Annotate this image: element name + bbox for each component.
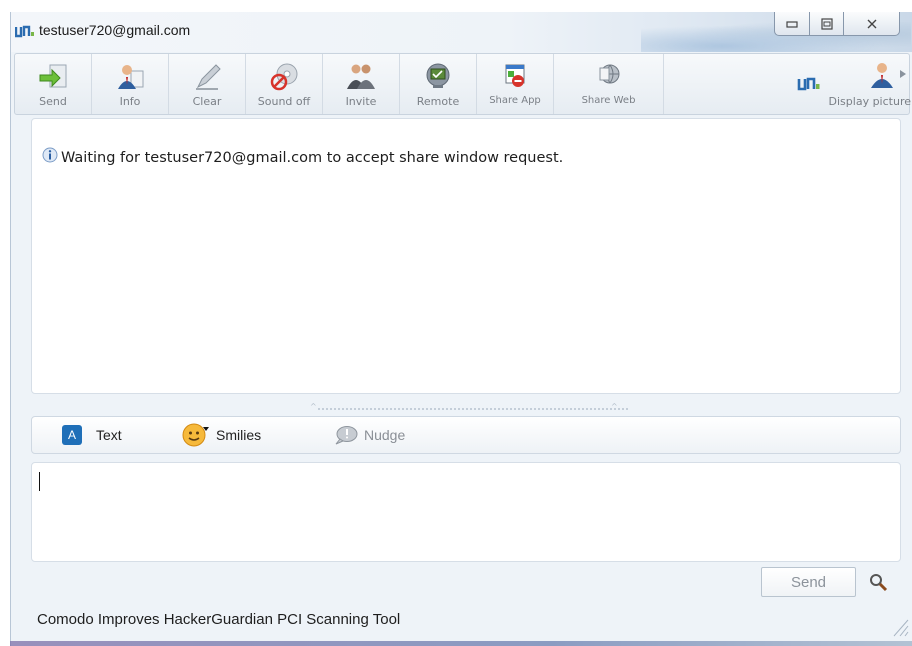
display-picture-label: Display picture — [828, 95, 911, 108]
splitter-up-icon: ^ — [310, 402, 317, 411]
share-app-label: Share App — [489, 95, 541, 106]
avatar-icon — [871, 63, 893, 88]
send-button[interactable]: Send — [761, 567, 856, 597]
share-web-button[interactable]: Share Web — [554, 54, 664, 114]
info-button[interactable]: Info — [92, 54, 169, 114]
un-logo-icon — [797, 77, 820, 91]
maximize-icon — [820, 17, 833, 30]
invite-users-icon — [347, 64, 375, 89]
sound-off-icon — [270, 63, 298, 91]
share-app-button[interactable]: Share App — [477, 54, 554, 114]
splitter-up-icon: ^ — [611, 402, 618, 411]
clear-label: Clear — [192, 95, 222, 108]
window-controls — [774, 12, 912, 40]
nudge-icon — [335, 426, 358, 445]
conversation-area[interactable]: Waiting for testuser720@gmail.com to acc… — [31, 118, 901, 394]
smilies-button[interactable]: Smilies — [182, 417, 261, 453]
close-button[interactable] — [844, 12, 900, 36]
title-bar[interactable]: testuser720@gmail.com — [11, 12, 912, 52]
expand-arrow-icon[interactable] — [899, 69, 907, 79]
sound-off-label: Sound off — [257, 95, 311, 108]
text-format-icon: A — [62, 425, 82, 445]
format-bar: A Text Smilies Nudge — [31, 416, 901, 454]
nudge-label: Nudge — [364, 427, 406, 443]
status-message-text: Waiting for testuser720@gmail.com to acc… — [61, 150, 564, 166]
text-format-label: Text — [96, 427, 122, 443]
share-web-icon — [599, 64, 619, 84]
splitter-handle[interactable] — [318, 408, 628, 410]
message-input[interactable] — [31, 462, 901, 562]
search-icon[interactable] — [868, 572, 890, 594]
bottom-border — [10, 641, 912, 646]
info-icon — [42, 147, 58, 163]
send-file-icon — [39, 64, 67, 88]
resize-grip-icon[interactable] — [890, 616, 910, 638]
status-bar-text: Comodo Improves HackerGuardian PCI Scann… — [37, 611, 401, 628]
toolbar: Send Info Clear Sound off Invite Remote … — [14, 53, 911, 115]
nudge-button[interactable]: Nudge — [334, 417, 405, 453]
invite-button[interactable]: Invite — [323, 54, 400, 114]
info-label: Info — [119, 95, 141, 108]
display-picture-button[interactable]: Display picture — [785, 54, 911, 114]
minimize-button[interactable] — [774, 12, 810, 36]
remote-button[interactable]: Remote — [400, 54, 477, 114]
send-file-label: Send — [39, 95, 67, 108]
text-format-button[interactable]: A Text — [62, 417, 122, 453]
app-logo-icon — [15, 25, 34, 38]
sound-off-button[interactable]: Sound off — [246, 54, 323, 114]
smilies-label: Smilies — [216, 427, 262, 443]
window-title: testuser720@gmail.com — [39, 22, 191, 38]
text-caret — [39, 472, 40, 491]
status-message: Waiting for testuser720@gmail.com to acc… — [42, 147, 564, 166]
invite-label: Invite — [345, 95, 377, 108]
user-info-icon — [118, 65, 144, 89]
maximize-button[interactable] — [810, 12, 844, 36]
clear-button[interactable]: Clear — [169, 54, 246, 114]
remote-desktop-icon — [426, 63, 450, 88]
smiley-icon — [182, 423, 209, 447]
share-web-label: Share Web — [581, 95, 636, 106]
clear-pen-icon — [196, 64, 221, 90]
remote-label: Remote — [416, 95, 460, 108]
minimize-icon — [786, 20, 798, 28]
send-file-button[interactable]: Send — [15, 54, 92, 114]
share-app-icon — [505, 64, 525, 87]
close-icon — [867, 19, 876, 28]
